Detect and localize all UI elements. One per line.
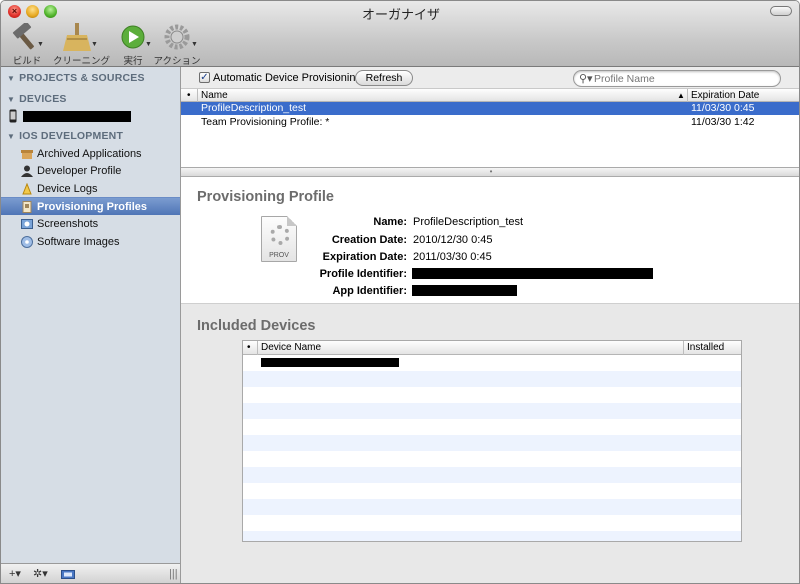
- installed-column-header[interactable]: Installed: [687, 341, 724, 355]
- add-button[interactable]: +▾: [9, 567, 21, 582]
- included-devices-heading: Included Devices: [197, 318, 316, 334]
- sidebar-item-software-images[interactable]: Software Images: [1, 233, 180, 251]
- table-row: [243, 483, 741, 499]
- table-row: [243, 403, 741, 419]
- profile-expiration-cell: 11/03/30 0:45: [691, 102, 755, 114]
- expiration-date-key: Expiration Date:: [322, 251, 407, 263]
- section-ios-development[interactable]: ▼ IOS DEVELOPMENT: [7, 130, 123, 142]
- sidebar-item-developer-profile[interactable]: Developer Profile: [1, 162, 180, 180]
- sidebar: ▼ PROJECTS & SOURCES ▼ DEVICES ▼ IOS DEVELO…: [1, 67, 181, 563]
- redacted-profile-identifier: [412, 268, 653, 279]
- devices-table: • Device Name Installed: [242, 340, 742, 542]
- hammer-icon: [12, 21, 34, 50]
- clean-label: クリーニング: [53, 56, 111, 67]
- sidebar-item-screenshots[interactable]: Screenshots: [1, 215, 180, 233]
- sidebar-item-archived-applications[interactable]: Archived Applications: [1, 145, 180, 163]
- person-icon: [21, 165, 33, 177]
- run-label: 実行: [123, 56, 143, 67]
- window-title: オーガナイザ: [361, 7, 440, 22]
- table-row: [243, 531, 741, 541]
- creation-date-key: Creation Date:: [331, 234, 407, 246]
- toolbar-toggle-button[interactable]: [770, 6, 792, 16]
- profile-name-cell: ProfileDescription_test: [201, 102, 307, 114]
- search-icon: ⚲▾: [579, 73, 593, 85]
- table-row: [243, 499, 741, 515]
- clean-button[interactable]: ▼ クリーニング: [53, 23, 111, 67]
- redacted-device-name: [23, 111, 131, 122]
- disclosure-triangle-icon: ▼: [7, 74, 16, 83]
- devices-table-header: • Device Name Installed: [243, 341, 741, 355]
- profile-search-field[interactable]: ⚲▾: [573, 70, 781, 87]
- app-identifier-key: App Identifier:: [332, 285, 407, 297]
- expiration-date-value: 2011/03/30 0:45: [413, 251, 492, 263]
- profile-detail-panel: Provisioning Profile PROV Name: ProfileD…: [181, 177, 799, 303]
- name-column-header[interactable]: Name: [201, 89, 228, 102]
- action-label: アクション: [153, 56, 201, 67]
- name-value: ProfileDescription_test: [413, 216, 524, 228]
- auto-provisioning-checkbox[interactable]: ✓: [199, 72, 210, 83]
- resize-handle[interactable]: |||: [169, 567, 178, 582]
- table-row[interactable]: Team Provisioning Profile: * 11/03/30 1:…: [181, 116, 799, 129]
- device-name-column-header[interactable]: Device Name: [261, 341, 321, 355]
- iphone-icon: [9, 109, 17, 123]
- build-button[interactable]: ▼ ビルド: [3, 21, 51, 67]
- table-row[interactable]: [243, 355, 741, 371]
- detail-heading: Provisioning Profile: [197, 189, 334, 205]
- table-row: [243, 451, 741, 467]
- included-devices-panel: Included Devices • Device Name Installed: [181, 303, 799, 583]
- bullet-column-header[interactable]: •: [247, 341, 251, 355]
- profile-name-cell: Team Provisioning Profile: *: [201, 116, 330, 128]
- sidebar-item-provisioning-profiles[interactable]: Provisioning Profiles: [1, 197, 180, 215]
- expiration-column-header[interactable]: Expiration Date: [691, 89, 759, 102]
- table-row: [243, 387, 741, 403]
- run-icon: [121, 25, 145, 49]
- screenshot-icon: [21, 219, 33, 229]
- sidebar-item-device[interactable]: [1, 107, 180, 125]
- main-content: ✓ Automatic Device Provisioning Refresh …: [181, 67, 799, 583]
- table-row[interactable]: ProfileDescription_test 11/03/30 0:45: [181, 102, 799, 115]
- table-row: [243, 419, 741, 435]
- name-key: Name:: [373, 216, 407, 228]
- disclosure-triangle-icon: ▼: [7, 132, 16, 141]
- profile-icon: [22, 201, 32, 213]
- table-row: [243, 515, 741, 531]
- build-label: ビルド: [12, 56, 42, 67]
- sidebar-action-button[interactable]: ✲▾: [33, 567, 48, 582]
- split-view-divider[interactable]: •: [181, 167, 799, 177]
- sidebar-footer: +▾ ✲▾ |||: [1, 563, 181, 583]
- action-button[interactable]: ▼ アクション: [153, 23, 201, 67]
- profile-search-input[interactable]: [594, 72, 774, 85]
- gear-icon: [164, 24, 190, 50]
- broom-icon: [63, 23, 91, 51]
- table-row: [243, 371, 741, 387]
- toggle-detail-icon[interactable]: [61, 570, 75, 579]
- table-row: [243, 467, 741, 483]
- bullet-column-header[interactable]: •: [187, 89, 191, 102]
- sort-ascending-icon: ▲: [677, 91, 685, 100]
- organizer-window: × オーガナイザ ▼ ビルド ▼ クリーニング ▼ 実行 ▼ アクション ▼ P…: [0, 0, 800, 584]
- sidebar-item-device-logs[interactable]: Device Logs: [1, 180, 180, 198]
- redacted-app-identifier: [412, 285, 517, 296]
- profile-expiration-cell: 11/03/30 1:42: [691, 116, 755, 128]
- section-devices[interactable]: ▼ DEVICES: [7, 93, 67, 105]
- log-icon: [22, 183, 32, 195]
- disclosure-triangle-icon: ▼: [7, 95, 16, 104]
- auto-provisioning-label: Automatic Device Provisioning: [213, 72, 362, 84]
- section-projects-sources[interactable]: ▼ PROJECTS & SOURCES: [7, 72, 145, 84]
- software-icon: [21, 236, 33, 248]
- profiles-table-header: • Name ▲ Expiration Date: [181, 89, 799, 102]
- run-button[interactable]: ▼ 実行: [109, 23, 157, 67]
- profiles-toolbar: ✓ Automatic Device Provisioning Refresh …: [181, 67, 799, 89]
- creation-date-value: 2010/12/30 0:45: [413, 234, 493, 246]
- archive-icon: [21, 150, 33, 159]
- redacted-device-name: [261, 358, 399, 367]
- table-row: [243, 435, 741, 451]
- title-toolbar: × オーガナイザ ▼ ビルド ▼ クリーニング ▼ 実行 ▼ アクション: [1, 1, 799, 67]
- refresh-button[interactable]: Refresh: [355, 70, 413, 86]
- profile-identifier-key: Profile Identifier:: [319, 268, 407, 280]
